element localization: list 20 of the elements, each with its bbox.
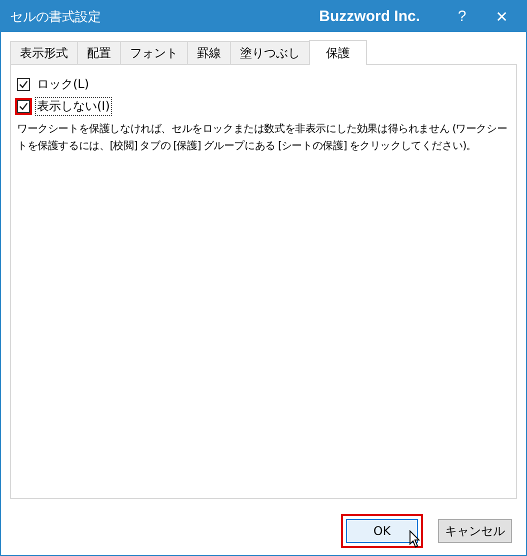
brand-label: Buzzword Inc. bbox=[319, 8, 420, 25]
dialog-button[interactable]: OK bbox=[346, 519, 418, 543]
tab[interactable]: 配置 bbox=[77, 41, 121, 64]
tab[interactable]: 保護 bbox=[309, 40, 367, 65]
tab[interactable]: 塗りつぶし bbox=[230, 41, 310, 64]
close-button[interactable]: ✕ bbox=[482, 1, 522, 32]
checkbox[interactable] bbox=[15, 76, 32, 92]
dialog-button[interactable]: キャンセル bbox=[438, 519, 512, 543]
checkbox-label[interactable]: 表示しない(I) bbox=[35, 96, 112, 116]
checkmark-icon bbox=[18, 100, 29, 112]
mouse-pointer-icon bbox=[409, 530, 421, 548]
checkbox-label[interactable]: ロック(L) bbox=[35, 74, 92, 94]
tab[interactable]: 罫線 bbox=[187, 41, 231, 64]
tab[interactable]: フォント bbox=[120, 41, 188, 64]
tab[interactable]: 表示形式 bbox=[10, 41, 78, 64]
checkmark-icon bbox=[18, 78, 29, 90]
checkbox[interactable] bbox=[15, 98, 32, 114]
help-button[interactable]: ? bbox=[442, 1, 482, 32]
window-title: セルの書式設定 bbox=[9, 8, 102, 26]
info-text: ワークシートを保護しなければ、セルをロックまたは数式を非表示にした効果は得られません (ワークシートを保護するには、[校閲] タブの [保護] グループにある [シートの保護] をクリックしてください)。 bbox=[17, 122, 508, 154]
